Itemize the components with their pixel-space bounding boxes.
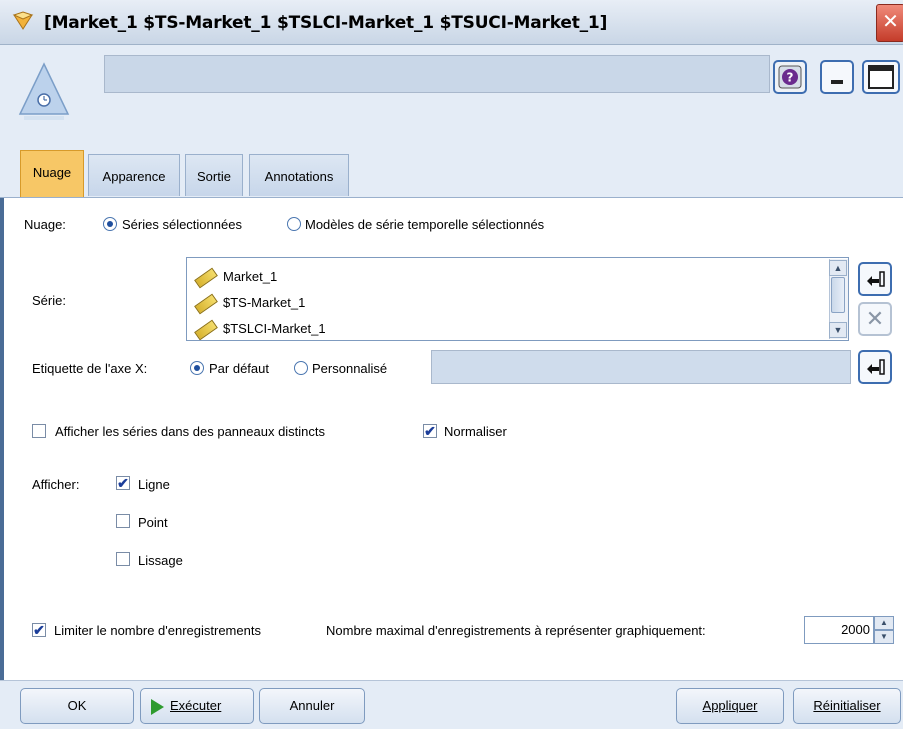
separate-panels-checkbox[interactable] (32, 424, 46, 438)
close-button[interactable]: ✕ (876, 4, 903, 42)
field-picker-icon (867, 276, 879, 286)
scroll-up-button[interactable]: ▲ (829, 260, 847, 276)
radio-series-selected[interactable] (103, 217, 117, 231)
time-plot-node-icon (18, 60, 70, 122)
display-label: Afficher: (32, 477, 80, 492)
series-list[interactable]: Market_1 $TS-Market_1 $TSLCI-Market_1 (186, 257, 849, 341)
line-label[interactable]: Ligne (138, 477, 170, 492)
smoothing-checkbox[interactable] (116, 552, 130, 566)
smoothing-label[interactable]: Lissage (138, 553, 183, 568)
tab-sortie[interactable]: Sortie (185, 154, 243, 196)
ok-button[interactable]: OK (20, 688, 134, 724)
line-checkbox[interactable]: ✔ (116, 476, 130, 490)
xaxis-label: Etiquette de l'axe X: (32, 361, 148, 376)
normalize-checkbox[interactable]: ✔ (423, 424, 437, 438)
max-records-input[interactable]: 2000 (804, 616, 874, 644)
radio-xaxis-default[interactable] (190, 361, 204, 375)
radio-models-selected-label[interactable]: Modèles de série temporelle sélectionnés (305, 217, 544, 232)
app-icon (12, 11, 34, 31)
help-button[interactable]: ? (773, 60, 807, 94)
minimize-icon (831, 80, 843, 84)
limit-records-checkbox[interactable]: ✔ (32, 623, 46, 637)
xaxis-custom-field[interactable] (431, 350, 851, 384)
tab-nuage[interactable]: Nuage (20, 150, 84, 197)
window-title: [Market_1 $TS-Market_1 $TSLCI-Market_1 $… (44, 13, 608, 33)
xaxis-pick-field-button[interactable] (858, 350, 892, 384)
tab-annotations[interactable]: Annotations (249, 154, 349, 196)
radio-models-selected[interactable] (287, 217, 301, 231)
node-name-input[interactable] (104, 55, 770, 93)
cancel-button[interactable]: Annuler (259, 688, 365, 724)
nuage-label: Nuage: (24, 217, 66, 232)
point-label[interactable]: Point (138, 515, 168, 530)
spin-down-button[interactable]: ▼ (874, 630, 894, 644)
point-checkbox[interactable] (116, 514, 130, 528)
remove-field-button[interactable]: ✕ (858, 302, 892, 336)
radio-xaxis-custom-label[interactable]: Personnalisé (312, 361, 387, 376)
reset-button[interactable]: Réinitialiser (793, 688, 901, 724)
help-icon: ? (787, 71, 794, 85)
radio-series-selected-label[interactable]: Séries sélectionnées (122, 217, 242, 232)
minimize-button[interactable] (820, 60, 854, 94)
tab-apparence[interactable]: Apparence (88, 154, 180, 196)
run-button[interactable]: Exécuter (140, 688, 254, 724)
radio-xaxis-custom[interactable] (294, 361, 308, 375)
scroll-down-button[interactable]: ▼ (829, 322, 847, 338)
list-item[interactable]: $TSLCI-Market_1 (194, 318, 326, 340)
limit-records-label[interactable]: Limiter le nombre d'enregistrements (54, 623, 261, 638)
play-icon (151, 698, 164, 715)
list-item[interactable]: Market_1 (194, 266, 277, 288)
ruler-icon (194, 267, 218, 288)
radio-xaxis-default-label[interactable]: Par défaut (209, 361, 269, 376)
normalize-label[interactable]: Normaliser (444, 424, 507, 439)
maximize-button[interactable] (862, 60, 900, 94)
panel-edge (0, 198, 4, 680)
apply-button[interactable]: Appliquer (676, 688, 784, 724)
field-picker-icon (867, 364, 879, 374)
serie-label: Série: (32, 293, 66, 308)
run-button-label: Exécuter (170, 698, 222, 713)
max-records-label: Nombre maximal d'enregistrements à repré… (326, 623, 706, 638)
ruler-icon (194, 293, 218, 314)
scroll-thumb[interactable] (831, 277, 845, 313)
list-item[interactable]: $TS-Market_1 (194, 292, 305, 314)
spin-up-button[interactable]: ▲ (874, 616, 894, 630)
ruler-icon (194, 319, 218, 340)
separate-panels-label[interactable]: Afficher les séries dans des panneaux di… (55, 424, 325, 439)
pick-fields-button[interactable] (858, 262, 892, 296)
